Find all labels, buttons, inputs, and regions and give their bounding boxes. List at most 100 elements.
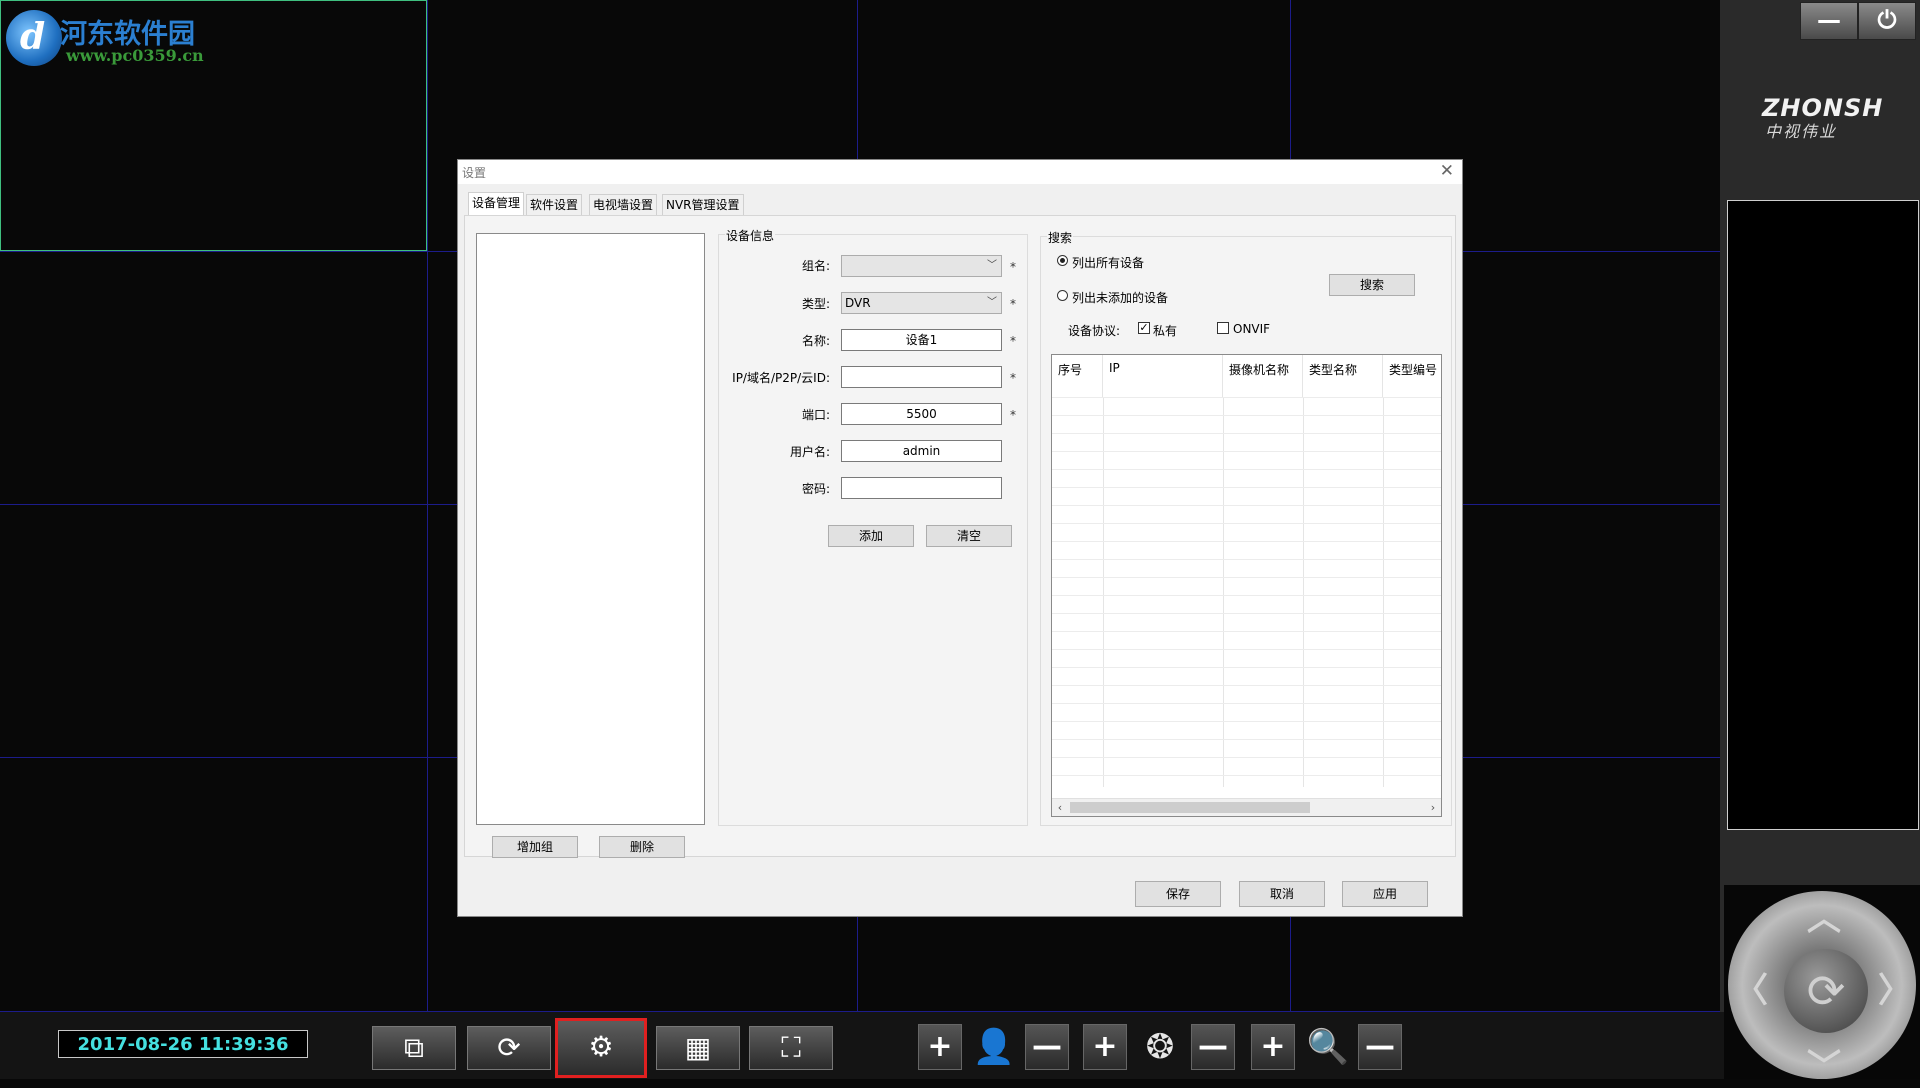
table-row: [1052, 613, 1441, 632]
group-select[interactable]: ﹀: [841, 255, 1002, 277]
ptz-auto-icon[interactable]: ⟳: [1784, 949, 1868, 1033]
iris-minus-button[interactable]: —: [1191, 1024, 1235, 1070]
iris-icon: ❂: [1145, 1027, 1175, 1067]
zoom-plus-button[interactable]: +: [1251, 1024, 1295, 1070]
group-label: 组名:: [801, 259, 830, 273]
scrollbar-thumb[interactable]: [1070, 802, 1310, 813]
table-row: [1052, 577, 1441, 596]
search-results-table[interactable]: 序号 IP 摄像机名称 类型名称 类型编号 ‹ ›: [1051, 354, 1442, 817]
ip-field[interactable]: [841, 366, 1002, 388]
datetime-display: 2017-08-26 11:39:36: [58, 1030, 308, 1058]
save-button[interactable]: 保存: [1135, 881, 1221, 907]
table-row: [1052, 721, 1441, 740]
device-info-legend: 设备信息: [725, 227, 776, 244]
add-device-button[interactable]: 添加: [828, 525, 914, 547]
table-row: [1052, 505, 1441, 524]
column-header[interactable]: IP: [1103, 355, 1223, 397]
cancel-button[interactable]: 取消: [1239, 881, 1325, 907]
column-header[interactable]: 类型编号: [1383, 355, 1441, 397]
tab-device-management[interactable]: 设备管理: [468, 192, 525, 215]
scroll-left-icon[interactable]: ‹: [1052, 799, 1068, 816]
ptz-up-icon[interactable]: ︿: [1807, 891, 1841, 940]
tab-tv-wall-settings[interactable]: 电视墙设置: [589, 194, 658, 215]
table-row: [1052, 451, 1441, 470]
ip-label: IP/域名/P2P/云ID:: [732, 371, 830, 385]
username-label: 用户名:: [789, 445, 830, 459]
search-legend: 搜索: [1047, 229, 1074, 246]
settings-button[interactable]: ⚙: [555, 1018, 647, 1078]
zoom-minus-button[interactable]: —: [1358, 1024, 1402, 1070]
table-row: [1052, 559, 1441, 578]
required-mark: *: [1010, 334, 1016, 348]
table-row: [1052, 595, 1441, 614]
focus-minus-button[interactable]: —: [1025, 1024, 1069, 1070]
required-mark: *: [1010, 371, 1016, 385]
grid-line: [427, 0, 428, 1012]
clear-button[interactable]: 清空: [926, 525, 1012, 547]
tab-nvr-settings[interactable]: NVR管理设置: [662, 194, 744, 215]
ptz-right-icon[interactable]: 〉: [1878, 963, 1912, 1012]
close-icon[interactable]: ✕: [1440, 161, 1454, 181]
table-row: [1052, 685, 1441, 704]
list-unadded-radio[interactable]: [1057, 290, 1068, 301]
name-label: 名称:: [801, 334, 830, 348]
table-row: [1052, 415, 1441, 434]
scroll-right-icon[interactable]: ›: [1425, 799, 1441, 816]
table-row: [1052, 469, 1441, 488]
required-mark: *: [1010, 260, 1016, 274]
column-header[interactable]: 序号: [1052, 355, 1103, 397]
grid-layout-icon: ▦: [684, 1031, 712, 1064]
protocol-label: 设备协议:: [1068, 324, 1121, 338]
table-row: [1052, 631, 1441, 650]
column-header[interactable]: 类型名称: [1303, 355, 1383, 397]
chevron-down-icon: ﹀: [987, 260, 997, 271]
onvif-label: ONVIF: [1233, 322, 1271, 336]
gear-icon: ⚙: [588, 1030, 614, 1063]
username-field[interactable]: admin: [841, 440, 1002, 462]
list-unadded-label: 列出未添加的设备: [1072, 291, 1169, 305]
type-select[interactable]: DVR ﹀: [841, 292, 1002, 314]
fullscreen-icon: ⛶: [781, 1031, 801, 1064]
ptz-down-icon[interactable]: ﹀: [1807, 1039, 1841, 1088]
type-label: 类型:: [801, 297, 830, 311]
layout-button[interactable]: ▦: [656, 1026, 740, 1070]
watermark-url: www.pc0359.cn: [66, 46, 204, 65]
table-row: [1052, 739, 1441, 758]
onvif-checkbox[interactable]: [1217, 322, 1229, 334]
focus-plus-button[interactable]: +: [918, 1024, 962, 1070]
search-button[interactable]: 搜索: [1329, 274, 1415, 296]
port-label: 端口:: [801, 408, 830, 422]
minimize-button[interactable]: —: [1800, 2, 1858, 40]
multi-window-icon: ⧉: [404, 1031, 424, 1064]
password-field[interactable]: [841, 477, 1002, 499]
multi-window-button[interactable]: ⧉: [372, 1026, 456, 1070]
iris-plus-button[interactable]: +: [1083, 1024, 1127, 1070]
watermark-logo: d: [6, 10, 62, 66]
table-header: 序号 IP 摄像机名称 类型名称 类型编号: [1052, 355, 1441, 397]
ptz-left-icon[interactable]: 〈: [1734, 963, 1768, 1012]
private-protocol-checkbox[interactable]: ✓: [1138, 322, 1150, 334]
horizontal-scrollbar[interactable]: ‹ ›: [1052, 798, 1441, 816]
port-field[interactable]: 5500: [841, 403, 1002, 425]
fullscreen-button[interactable]: ⛶: [749, 1026, 833, 1070]
brand-subtitle: 中视伟业: [1765, 122, 1838, 141]
zoom-icon: 🔍: [1306, 1027, 1350, 1067]
group-list[interactable]: [476, 233, 705, 825]
table-row: [1052, 649, 1441, 668]
name-field[interactable]: 设备1: [841, 329, 1002, 351]
tab-software-settings[interactable]: 软件设置: [526, 194, 583, 215]
add-group-button[interactable]: 增加组: [492, 836, 578, 858]
table-row: [1052, 541, 1441, 560]
column-header[interactable]: 摄像机名称: [1223, 355, 1303, 397]
table-row: [1052, 523, 1441, 542]
list-all-radio[interactable]: [1057, 255, 1068, 266]
password-label: 密码:: [801, 482, 830, 496]
power-button[interactable]: ⏻: [1858, 2, 1916, 40]
ptz-ring: ︿ ﹀ 〈 〉 ⟳: [1728, 891, 1916, 1087]
table-row: [1052, 487, 1441, 506]
list-all-label: 列出所有设备: [1072, 256, 1145, 270]
refresh-button[interactable]: ⟳: [467, 1026, 551, 1070]
apply-button[interactable]: 应用: [1342, 881, 1428, 907]
delete-group-button[interactable]: 删除: [599, 836, 685, 858]
table-row: [1052, 667, 1441, 686]
